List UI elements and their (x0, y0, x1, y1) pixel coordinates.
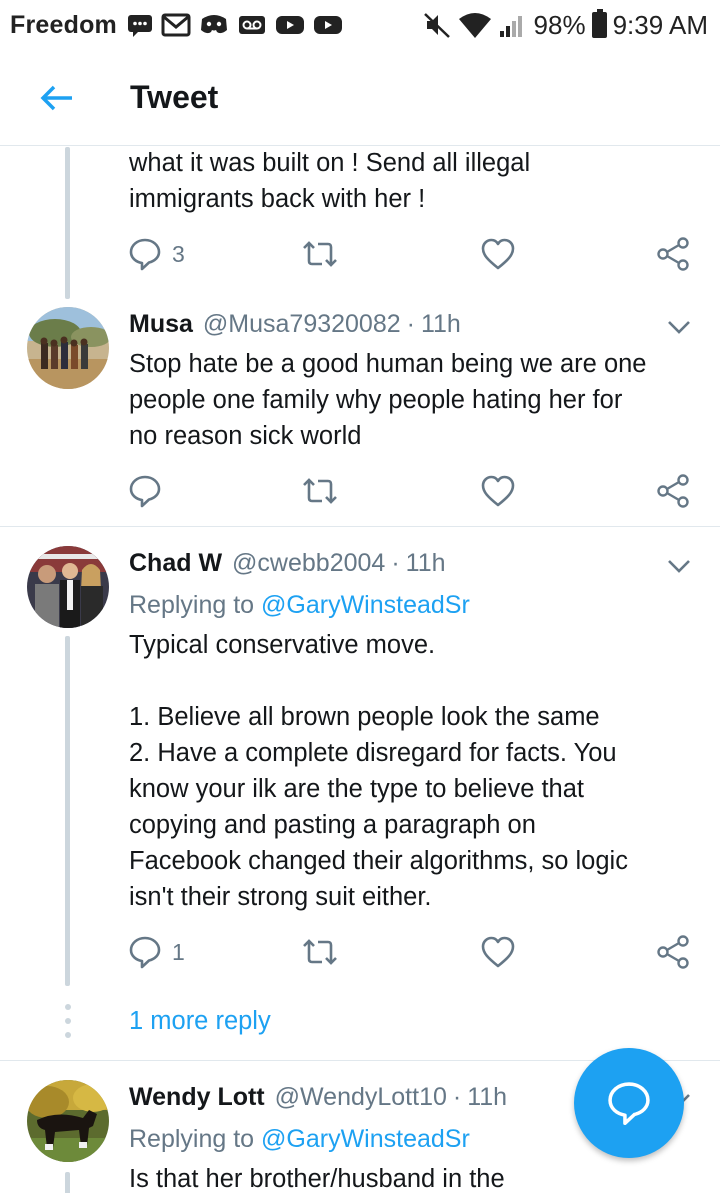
message-icon (127, 15, 152, 37)
retweet-button[interactable] (300, 932, 340, 972)
reply-count: 1 (172, 938, 185, 965)
tweet-time: 11h (405, 549, 446, 577)
thread-line (65, 1172, 70, 1193)
clock: 9:39 AM (612, 9, 708, 40)
tweet-author-row: Musa @Musa79320082 · 11h (129, 310, 461, 339)
reply-button[interactable] (128, 471, 172, 511)
tweet-actions: 3 (128, 234, 698, 274)
tweet-text: what it was built on ! Send all illegal … (129, 149, 531, 213)
separator-dot: · (406, 310, 415, 338)
battery-percent: 98% (533, 9, 586, 40)
tweet-time: 11h (420, 310, 461, 338)
mute-icon (423, 13, 450, 38)
replying-to-mention[interactable]: @GaryWinsteadSr (261, 1125, 470, 1153)
top-app-bar: Tweet (0, 50, 720, 146)
battery-icon (591, 9, 607, 38)
tweet-text: Typical conservative move. 1. Believe al… (129, 631, 628, 911)
author-name[interactable]: Wendy Lott (129, 1083, 265, 1112)
replying-to-label: Replying to (129, 591, 255, 619)
retweet-button[interactable] (300, 234, 340, 274)
profile-photo (27, 307, 109, 389)
tweet-actions: 1 (128, 932, 698, 972)
youtube-icon (313, 16, 342, 34)
youtube-icon (275, 16, 304, 34)
chevron-down-icon[interactable] (664, 315, 694, 339)
avatar[interactable] (27, 307, 109, 389)
tweet-time: 11h (467, 1083, 508, 1111)
share-button[interactable] (656, 471, 692, 511)
author-handle[interactable]: @WendyLott10 (275, 1083, 447, 1112)
page-title: Tweet (130, 79, 219, 115)
share-icon (657, 935, 689, 969)
retweet-button[interactable] (300, 471, 340, 511)
tweet-actions (128, 471, 698, 511)
arrow-left-icon (40, 85, 72, 110)
compose-reply-button[interactable] (574, 1048, 684, 1158)
reply-icon (608, 1082, 650, 1126)
profile-photo (27, 1080, 109, 1162)
divider (0, 526, 720, 527)
tweet-author-row: Wendy Lott @WendyLott10 · 11h (129, 1083, 507, 1112)
voicemail-icon (238, 16, 265, 34)
tweet-text: Is that her brother/husband in the (129, 1165, 505, 1193)
share-button[interactable] (656, 234, 692, 274)
author-handle[interactable]: @Musa79320082 (203, 310, 401, 339)
tweet-author-row: Chad W @cwebb2004 · 11h (129, 549, 446, 578)
reply-count: 3 (172, 240, 185, 267)
reply-icon (129, 936, 161, 969)
thread-continuation-dots (64, 1004, 72, 1046)
signal-icon (499, 16, 522, 37)
more-replies-link[interactable]: 1 more reply (129, 1007, 271, 1036)
heart-icon (481, 238, 515, 270)
gmail-icon (161, 13, 191, 37)
separator-dot: · (452, 1083, 462, 1111)
author-name[interactable]: Musa (129, 310, 193, 339)
discord-icon (200, 15, 227, 34)
retweet-icon (303, 939, 337, 965)
replying-to-mention[interactable]: @GaryWinsteadSr (261, 591, 470, 619)
thread-line (65, 636, 70, 986)
replying-to: Replying to @GaryWinsteadSr (129, 591, 470, 620)
carrier-name: Freedom (10, 10, 117, 39)
separator-dot: · (391, 549, 400, 577)
reply-button[interactable]: 1 (128, 932, 185, 972)
notification-icons (127, 13, 343, 37)
reply-button[interactable]: 3 (128, 234, 185, 274)
like-button[interactable] (480, 471, 516, 511)
chevron-down-icon[interactable] (664, 554, 694, 578)
share-icon (657, 474, 689, 508)
author-name[interactable]: Chad W (129, 549, 222, 578)
retweet-icon (303, 478, 337, 504)
wifi-icon (458, 13, 491, 38)
heart-icon (481, 936, 515, 968)
avatar[interactable] (27, 1080, 109, 1162)
replying-to: Replying to @GaryWinsteadSr (129, 1125, 470, 1154)
back-button[interactable] (24, 68, 90, 128)
reply-icon (129, 238, 161, 271)
author-handle[interactable]: @cwebb2004 (232, 549, 385, 578)
status-bar: Freedom 98% 9:39 AM (0, 0, 720, 50)
tweet-replies-feed[interactable]: what it was built on ! Send all illegal … (0, 147, 720, 1193)
replying-to-label: Replying to (129, 1125, 255, 1153)
share-icon (657, 237, 689, 271)
profile-photo (27, 546, 109, 628)
retweet-icon (303, 241, 337, 267)
tweet-text: Stop hate be a good human being we are o… (129, 350, 647, 450)
like-button[interactable] (480, 234, 516, 274)
heart-icon (481, 475, 515, 507)
thread-line (65, 147, 70, 299)
like-button[interactable] (480, 932, 516, 972)
share-button[interactable] (656, 932, 692, 972)
reply-icon (129, 475, 161, 508)
avatar[interactable] (27, 546, 109, 628)
